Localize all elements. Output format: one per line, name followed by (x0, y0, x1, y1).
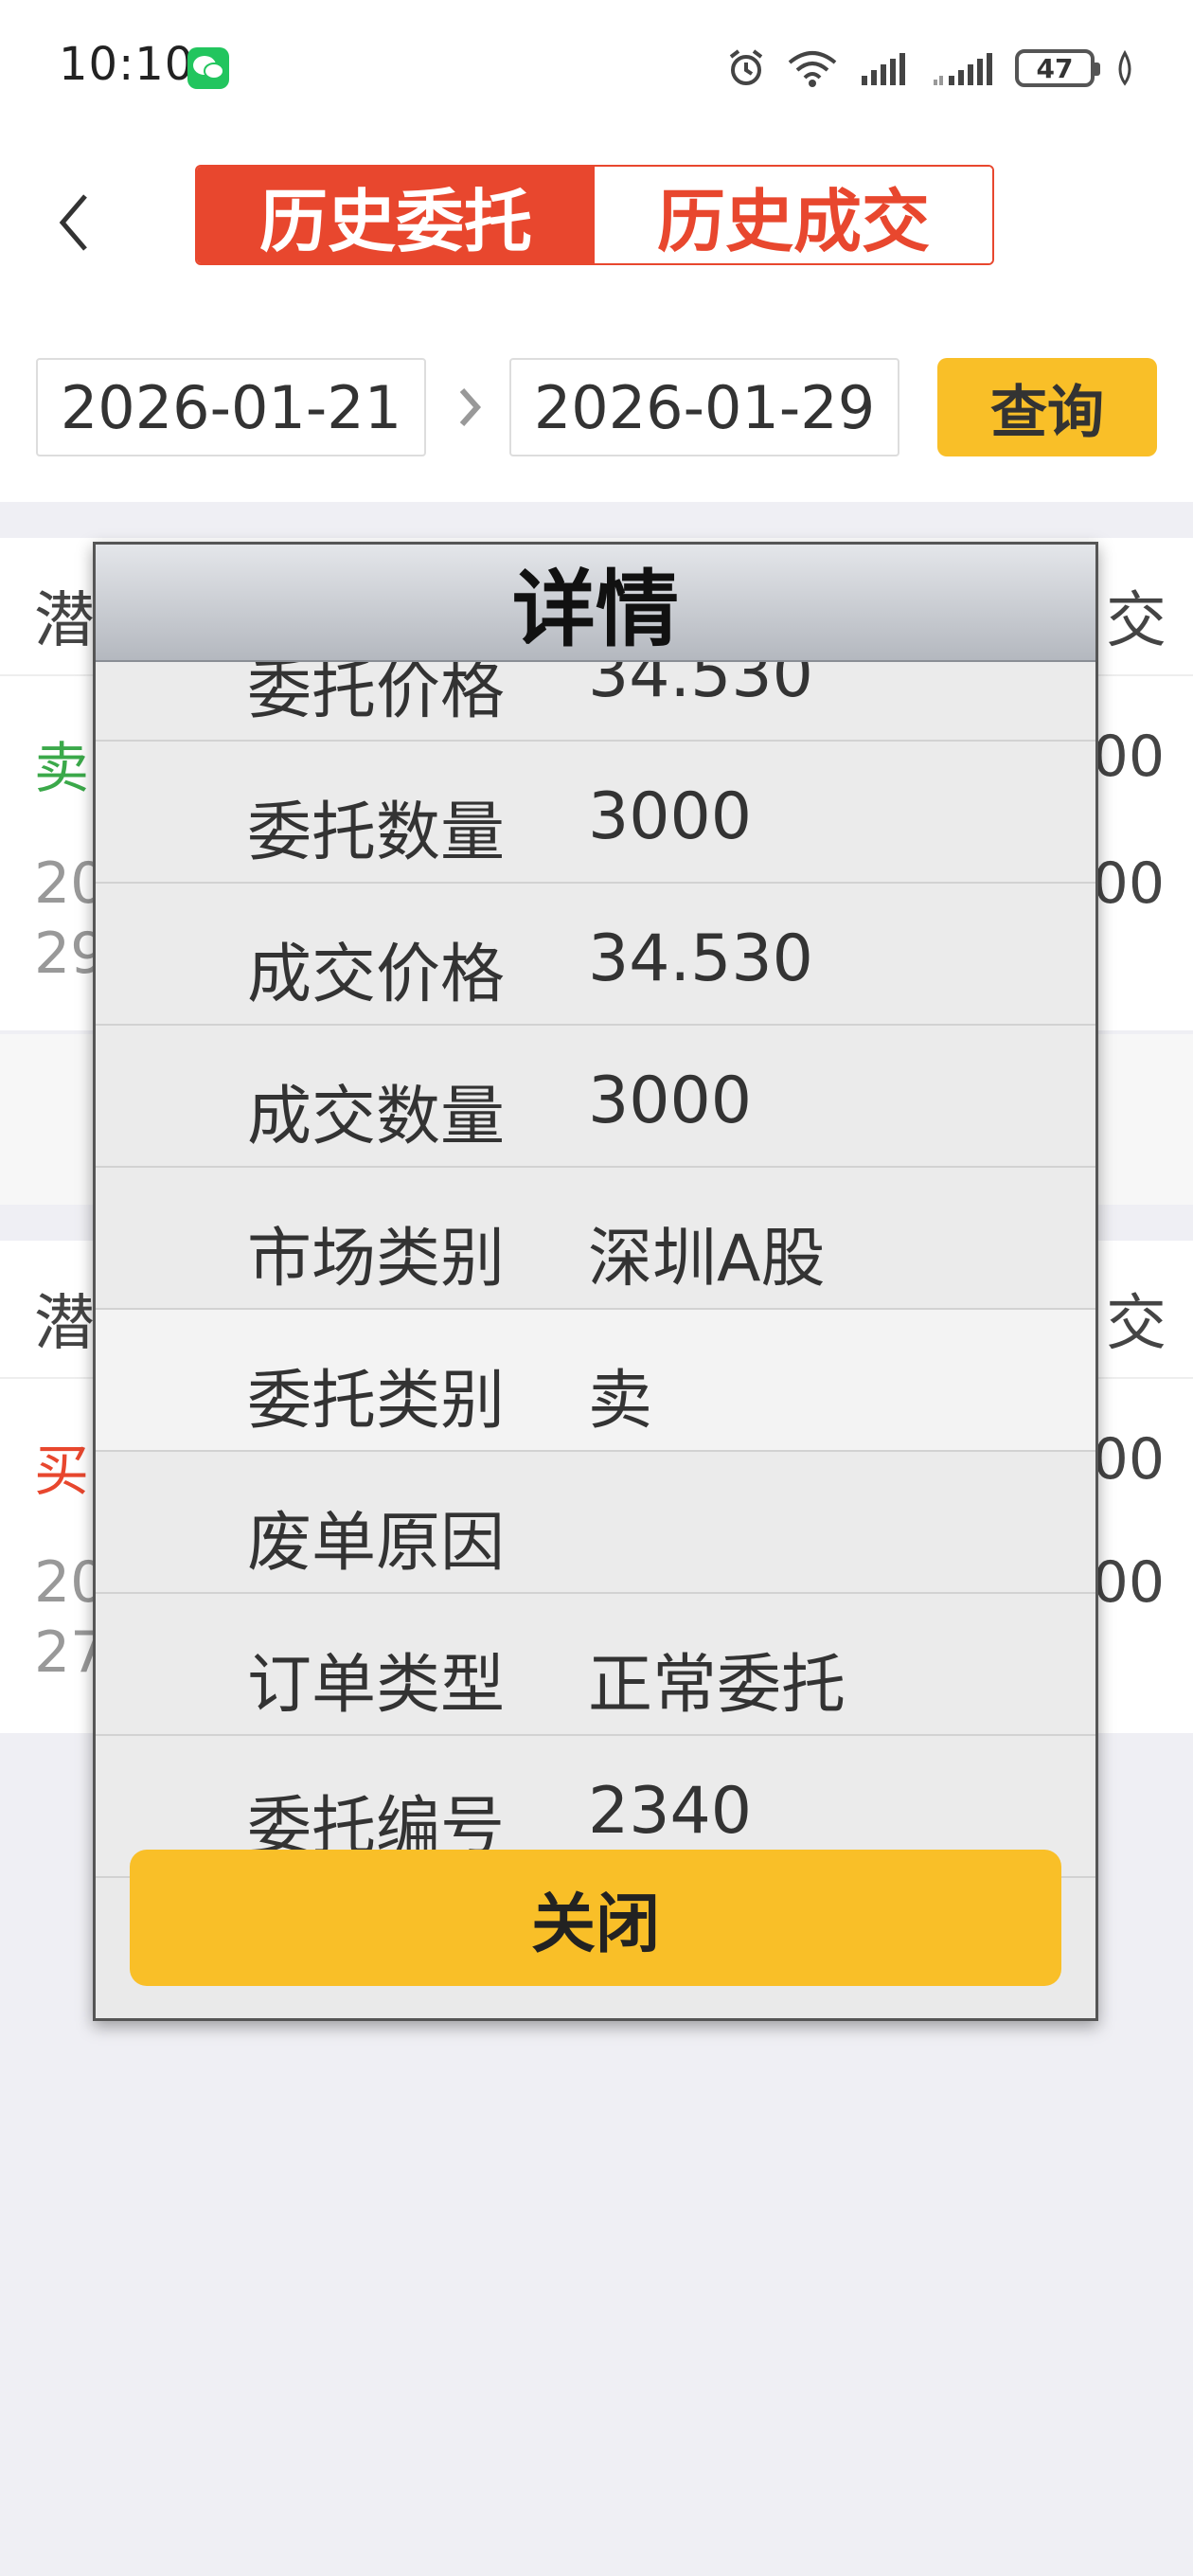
dialog-title: 详情 (96, 545, 1095, 662)
tab-history-orders[interactable]: 历史委托 (197, 167, 595, 263)
status-fragment: 交 (1106, 586, 1166, 656)
leaf-icon (1118, 49, 1131, 86)
stock-name-fragment: 潜 (34, 586, 95, 656)
detail-label: 成交数量 (247, 1080, 506, 1154)
status-bar: 10:10 47 (0, 0, 1193, 133)
detail-dialog: 委托价格 34.530 委托数量 3000 成交价格 34.530 成交数量 3… (93, 542, 1098, 2021)
status-fragment: 交 (1106, 1289, 1166, 1359)
chevron-right-icon (459, 388, 482, 426)
wechat-notification-icon (187, 47, 229, 89)
start-date-field[interactable]: 2026-01-21 (36, 358, 426, 456)
detail-value: 3000 (588, 779, 753, 854)
status-time: 10:10 (59, 38, 195, 91)
value-fragment: 00 (1092, 850, 1165, 917)
stock-name-fragment: 潜 (34, 1289, 95, 1359)
battery-icon: 47 (1015, 49, 1100, 87)
direction-buy: 买 (34, 1439, 90, 1503)
detail-label: 委托数量 (247, 796, 506, 870)
status-icons: 47 (725, 44, 1136, 93)
detail-row-reject-reason: 废单原因 (96, 1452, 1095, 1594)
detail-value: 深圳A股 (588, 1222, 826, 1297)
direction-sell: 卖 (34, 736, 90, 800)
detail-row-order-type: 委托类别 卖 (96, 1310, 1095, 1452)
end-date-field[interactable]: 2026-01-29 (509, 358, 899, 456)
alarm-icon (729, 49, 763, 85)
detail-label: 订单类型 (247, 1648, 506, 1723)
value-fragment: 00 (1092, 1426, 1165, 1493)
close-button[interactable]: 关闭 (130, 1850, 1061, 1986)
query-button[interactable]: 查询 (937, 358, 1157, 456)
tab-history-deals[interactable]: 历史成交 (595, 167, 992, 263)
detail-value: 卖 (588, 1364, 653, 1439)
signal-icon-2 (934, 53, 992, 85)
detail-row-market: 市场类别 深圳A股 (96, 1168, 1095, 1310)
signal-icon-1 (862, 53, 905, 85)
detail-label: 委托类别 (247, 1364, 506, 1439)
header: 历史委托 历史成交 2026-01-21 2026-01-29 查询 (0, 133, 1193, 502)
detail-row-deal-qty: 成交数量 3000 (96, 1026, 1095, 1168)
detail-label: 废单原因 (247, 1506, 506, 1581)
detail-value: 34.530 (588, 921, 813, 996)
detail-label: 成交价格 (247, 938, 506, 1012)
detail-row-deal-price: 成交价格 34.530 (96, 884, 1095, 1026)
detail-label: 市场类别 (247, 1222, 506, 1297)
detail-value: 3000 (588, 1064, 753, 1138)
detail-list[interactable]: 委托价格 34.530 委托数量 3000 成交价格 34.530 成交数量 3… (96, 599, 1095, 1878)
detail-row-order-kind: 订单类型 正常委托 (96, 1594, 1095, 1736)
wifi-icon (788, 51, 837, 87)
detail-value: 正常委托 (588, 1648, 846, 1723)
back-arrow-icon[interactable] (47, 185, 104, 260)
value-fragment: 00 (1092, 724, 1165, 790)
value-fragment: 00 (1092, 1549, 1165, 1616)
detail-value: 2340 (588, 1774, 753, 1849)
detail-row-order-qty: 委托数量 3000 (96, 742, 1095, 884)
history-tab-switch: 历史委托 历史成交 (195, 165, 994, 265)
